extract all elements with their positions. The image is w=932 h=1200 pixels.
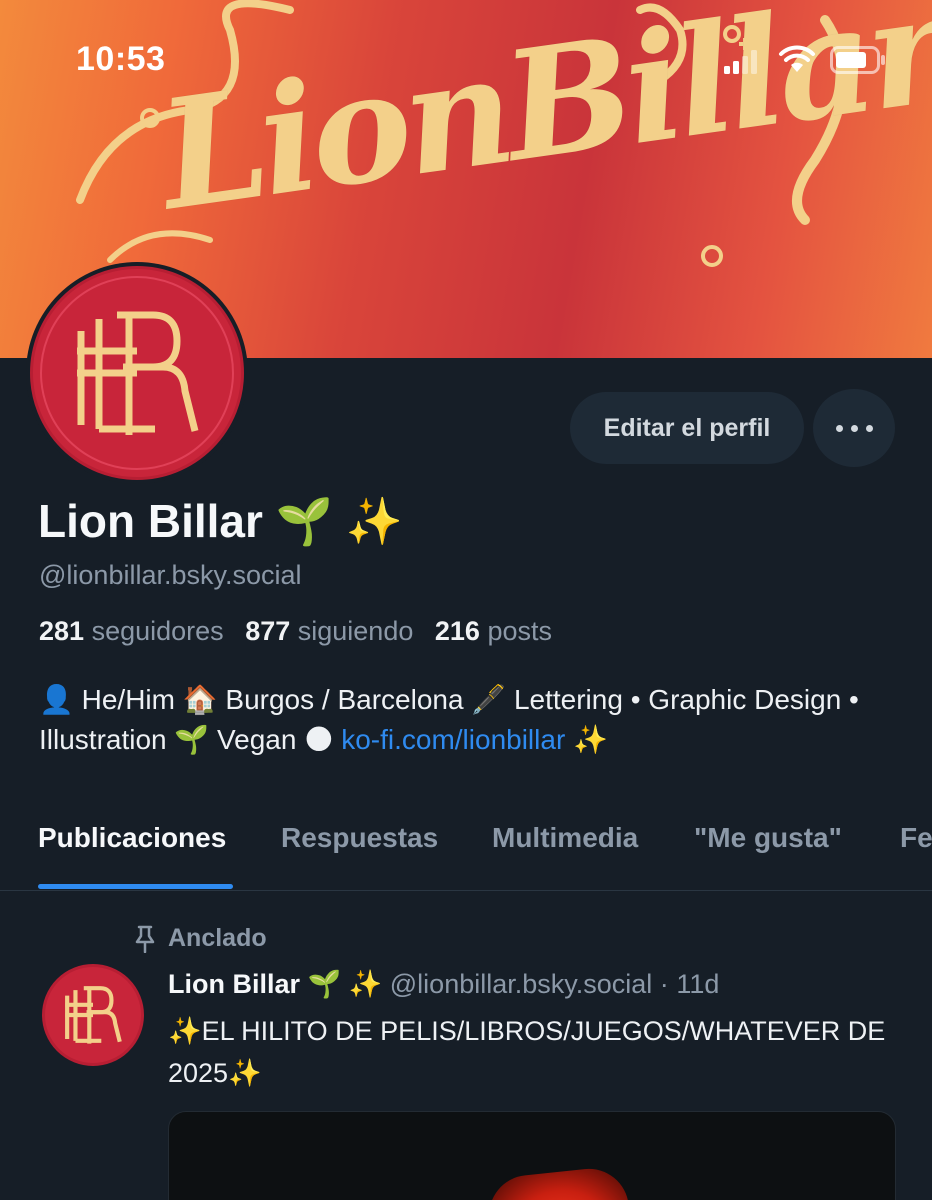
profile-tabs: Publicaciones Respuestas Multimedia "Me … [0,800,932,891]
pinned-indicator: Anclado [132,924,267,953]
profile-handle: @lionbillar.bsky.social [39,560,302,590]
post-header: Lion Billar 🌱 ✨ @lionbillar.bsky.social … [168,968,719,1000]
bio-suffix: ✨ [565,724,608,755]
pin-icon [135,925,155,953]
post-author-handle[interactable]: @lionbillar.bsky.social [390,969,653,999]
edit-profile-button[interactable]: Editar el perfil [570,392,804,464]
media-image-content [485,1164,633,1200]
status-time: 10:53 [76,40,166,78]
followers-label: seguidores [91,616,224,646]
post-author-avatar[interactable] [42,964,144,1066]
signal-icon [724,50,757,74]
post-timestamp[interactable]: 11d [676,969,719,999]
active-tab-indicator [38,884,233,889]
status-bar: 10:53 [0,0,932,120]
dot-icon [835,424,843,432]
tab-feeds[interactable]: Fe [900,822,932,854]
posts-stat: 216 posts [435,616,552,646]
post-media-image[interactable] [168,1111,896,1200]
tab-publicaciones[interactable]: Publicaciones [38,822,226,854]
post-separator: · [659,969,669,999]
following-stat[interactable]: 877 siguiendo [245,616,413,646]
following-count: 877 [245,616,291,646]
tab-respuestas[interactable]: Respuestas [281,822,438,854]
avatar-monogram [30,266,244,480]
post-author-name[interactable]: Lion Billar 🌱 ✨ [168,969,382,999]
profile-display-name: Lion Billar 🌱 ✨ [38,495,404,547]
wifi-icon [779,45,815,72]
profile-stats: 281 seguidores 877 siguiendo 216 posts [39,616,566,647]
followers-count: 281 [39,616,85,646]
tab-me-gusta[interactable]: "Me gusta" [694,822,842,854]
followers-stat[interactable]: 281 seguidores [39,616,224,646]
pinned-label: Anclado [168,924,267,952]
profile-bio: 👤 He/Him 🏠 Burgos / Barcelona 🖋️ Letteri… [39,680,899,760]
tab-multimedia[interactable]: Multimedia [492,822,638,854]
post-text: ✨EL HILITO DE PELIS/LIBROS/JUEGOS/WHATEV… [168,1016,886,1088]
posts-count: 216 [434,616,480,646]
posts-label: posts [487,616,552,646]
profile-avatar[interactable] [26,262,248,484]
dot-icon [850,424,858,432]
battery-icon [830,46,885,74]
bio-link[interactable]: ko-fi.com/lionbillar [341,724,565,755]
dot-icon [865,424,873,432]
more-options-button[interactable] [813,389,895,467]
following-label: siguiendo [297,616,414,646]
